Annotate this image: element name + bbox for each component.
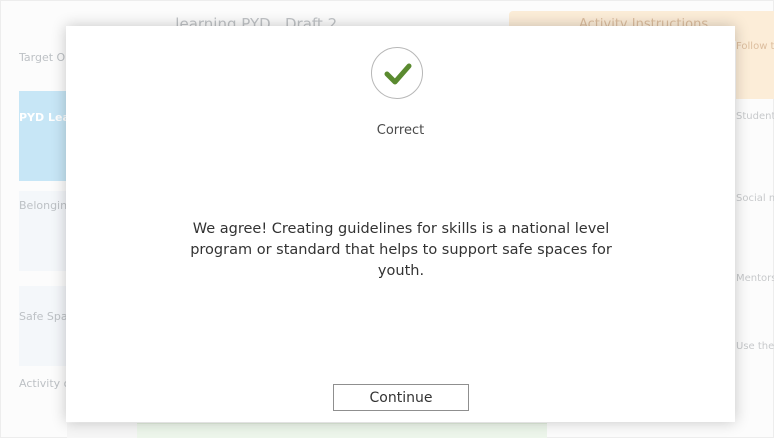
correct-badge [371,47,423,99]
status-label: Correct [376,123,425,138]
feedback-dialog: Correct We agree! Creating guidelines fo… [66,26,735,422]
feedback-message: We agree! Creating guidelines for skills… [190,221,612,279]
checkmark-icon [384,63,412,85]
continue-button[interactable]: Continue [333,384,469,411]
